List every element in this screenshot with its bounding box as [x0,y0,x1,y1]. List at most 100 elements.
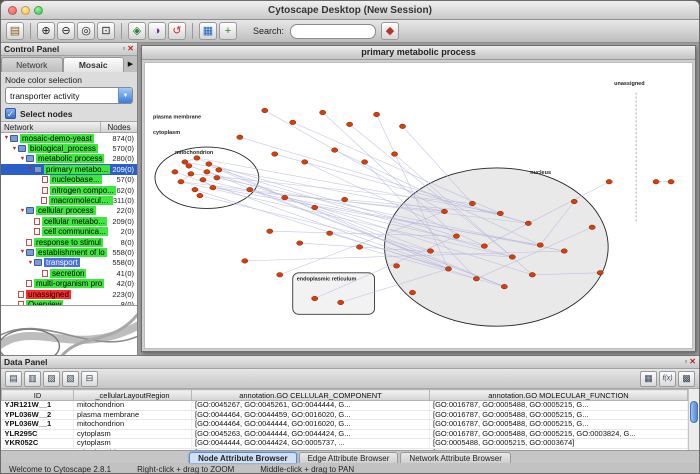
network-node[interactable] [399,124,405,129]
network-node[interactable] [194,156,200,161]
zoom-selected-icon[interactable]: ◎ [77,22,95,40]
close-panel-icon[interactable]: ✕ [689,358,696,366]
tree-item[interactable]: ▼establishment of lo558(0) [1,247,137,257]
network-node[interactable] [267,229,273,234]
network-node[interactable] [561,249,567,254]
network-node[interactable] [312,296,318,301]
network-node[interactable] [473,276,479,281]
network-node[interactable] [668,179,674,184]
tree-expander-icon[interactable]: ▼ [19,208,26,214]
network-node[interactable] [200,177,206,182]
close-panel-icon[interactable]: ✕ [127,45,134,53]
network-node[interactable] [188,172,194,177]
tree-item[interactable]: ▼cellular process22(0) [1,206,137,216]
select-nodes-checkbox[interactable]: ✓ [5,108,16,119]
network-node[interactable] [427,249,433,254]
new-attribute-icon[interactable]: ▨ [43,371,60,387]
matrix-icon[interactable]: ▦ [640,371,657,387]
network-node[interactable] [393,264,399,269]
tree-item[interactable]: ▼transport558(0) [1,258,137,268]
network-node[interactable] [597,271,603,276]
network-node[interactable] [302,160,308,165]
zoom-fit-icon[interactable]: ⊡ [97,22,115,40]
select-nodes-row[interactable]: ✓ Select nodes [5,108,133,119]
network-node[interactable] [216,168,222,173]
layout-icon[interactable]: ↺ [168,22,186,40]
network-node[interactable] [409,290,415,295]
tree-expander-icon[interactable]: ▼ [27,166,34,172]
tree-item[interactable]: ▼mosaic-demo-yeast874(0) [1,133,137,143]
network-node[interactable] [525,221,531,226]
table-row[interactable]: YPL036W__1mitochondrion[GO:0044464, GO:0… [2,420,688,430]
color-attribute-dropdown[interactable]: transporter activity ▼ [5,87,133,104]
network-node[interactable] [282,195,288,200]
tree-item[interactable]: secretion41(0) [1,268,137,278]
tree-item[interactable]: unassigned223(0) [1,289,137,299]
tree-expander-icon[interactable]: ▼ [19,156,26,162]
column-header[interactable]: annotation.GO CELLULAR_COMPONENT [192,390,430,401]
network-node[interactable] [206,162,212,167]
scrollbar-thumb[interactable] [690,401,698,423]
network-node[interactable] [391,152,397,157]
network-node[interactable] [210,185,216,190]
network-node[interactable] [445,267,451,272]
float-panel-icon[interactable]: ▫ [684,358,687,366]
network-node[interactable] [178,179,184,184]
tree-column-network[interactable]: Network [1,122,101,132]
network-node[interactable] [272,152,278,157]
annotation-icon[interactable]: ▦ [199,22,217,40]
column-header[interactable]: ID [2,390,74,401]
overview-thumbnail[interactable] [1,305,137,355]
network-node[interactable] [327,231,333,236]
tab-mosaic[interactable]: Mosaic [63,57,125,72]
tab-node-attribute-browser[interactable]: Node Attribute Browser [189,452,297,463]
network-node[interactable] [571,199,577,204]
function-builder-icon[interactable]: f(x) [659,371,676,387]
network-node[interactable] [653,179,659,184]
network-node[interactable] [481,244,487,249]
network-node[interactable] [342,197,348,202]
table-row[interactable]: YDR039C__1mitochondrion[GO:0044464, GO:0… [2,448,688,450]
plugin-manager-icon[interactable]: + [219,22,237,40]
column-header[interactable]: _cellularLayoutRegion [74,390,192,401]
network-node[interactable] [262,108,268,113]
network-node[interactable] [192,187,198,192]
table-row[interactable]: YPL036W__2plasma membrane[GO:0044464, GO… [2,410,688,420]
network-node[interactable] [362,160,368,165]
network-node[interactable] [589,225,595,230]
column-header[interactable]: annotation.GO MOLECULAR_FUNCTION [430,390,688,401]
unselect-attributes-icon[interactable]: ▥ [24,371,41,387]
network-overview-icon[interactable]: ◈ [128,22,146,40]
network-node[interactable] [172,170,178,175]
table-row[interactable]: YKR052Ccytoplasm[GO:0044444, GO:0044424,… [2,439,688,449]
open-session-icon[interactable]: ▤ [6,22,24,40]
tree-expander-icon[interactable]: ▼ [19,249,26,255]
network-node[interactable] [290,120,296,125]
network-node[interactable] [297,241,303,246]
network-node[interactable] [320,110,326,115]
network-node[interactable] [214,176,220,181]
select-attributes-icon[interactable]: ▤ [5,371,22,387]
tree-expander-icon[interactable]: ▼ [27,260,34,266]
table-scrollbar[interactable] [688,389,699,450]
search-input[interactable] [290,24,376,39]
network-node[interactable] [197,193,203,198]
network-node[interactable] [501,284,507,289]
tree-item[interactable]: cellular metabo...209(0) [1,216,137,226]
advanced-search-icon[interactable]: ◆ [381,22,399,40]
network-node[interactable] [204,170,210,175]
trash-icon[interactable]: ⊟ [81,371,98,387]
tree-item[interactable]: response to stimul8(0) [1,237,137,247]
tree-expander-icon[interactable]: ▼ [3,135,10,141]
tree-item[interactable]: ▼primary metabo...209(0) [1,164,137,174]
network-canvas[interactable]: plasma membranecytoplasmmitochondrionnuc… [144,62,693,349]
table-row[interactable]: YLR295Ccytoplasm[GO:0045263, GO:0044444,… [2,429,688,439]
network-node[interactable] [606,179,612,184]
tab-overflow-button[interactable]: ▶ [124,57,137,72]
network-node[interactable] [373,112,379,117]
tree-item[interactable]: nucleobase...57(0) [1,175,137,185]
network-window[interactable]: primary metabolic process plasma membran… [141,45,696,352]
tree-expander-icon[interactable]: ▼ [11,146,18,152]
network-node[interactable] [529,272,535,277]
float-panel-icon[interactable]: ▫ [122,45,125,53]
